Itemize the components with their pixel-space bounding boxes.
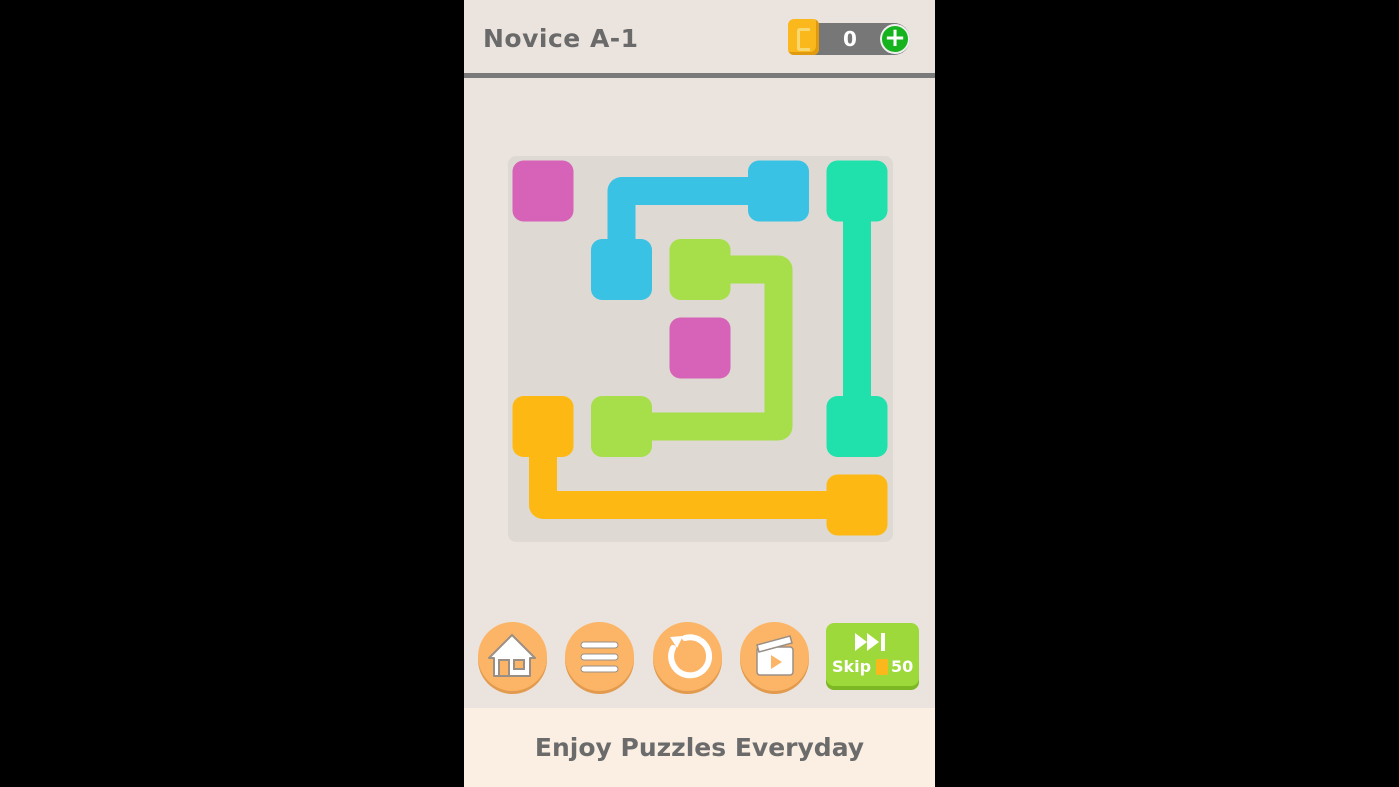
blue-endpoint[interactable] — [591, 239, 652, 300]
fast-forward-icon — [855, 633, 885, 651]
tagline: Enjoy Puzzles Everyday — [534, 733, 865, 762]
game-screen: Novice A-1 0 + Skip 50 Enjoy Puzzles Eve… — [464, 0, 935, 787]
video-clapper-icon — [756, 635, 794, 676]
menu-button[interactable] — [565, 622, 634, 691]
pink-endpoint[interactable] — [669, 317, 731, 379]
orange-endpoint[interactable] — [512, 396, 574, 457]
teal-endpoint[interactable] — [826, 160, 888, 222]
blue-endpoint[interactable] — [748, 160, 809, 222]
skip-label: Skip — [832, 657, 872, 676]
skip-cost: 50 — [891, 657, 914, 676]
green-endpoint[interactable] — [669, 239, 731, 300]
green-endpoint[interactable] — [591, 396, 652, 457]
home-icon — [488, 634, 536, 677]
coin-count: 0 — [843, 27, 857, 51]
skip-level-button[interactable]: Skip 50 — [826, 623, 919, 686]
pink-endpoint[interactable] — [512, 160, 574, 222]
puzzle-board — [508, 156, 893, 542]
watch-video-button[interactable] — [740, 622, 809, 691]
header-divider — [464, 73, 935, 78]
restart-button[interactable] — [653, 622, 722, 691]
teal-endpoint[interactable] — [826, 396, 888, 457]
add-coins-button[interactable]: + — [880, 24, 910, 54]
orange-endpoint[interactable] — [826, 474, 888, 536]
restart-icon — [668, 634, 713, 679]
home-button[interactable] — [478, 622, 547, 691]
header-bar: Novice A-1 0 + — [464, 0, 935, 73]
hamburger-menu-icon — [580, 641, 619, 673]
coin-icon — [876, 659, 888, 675]
footer-banner: Enjoy Puzzles Everyday — [464, 708, 935, 787]
level-title: Novice A-1 — [483, 24, 639, 53]
puzzle-grid — [512, 160, 888, 536]
coin-icon — [788, 19, 819, 55]
